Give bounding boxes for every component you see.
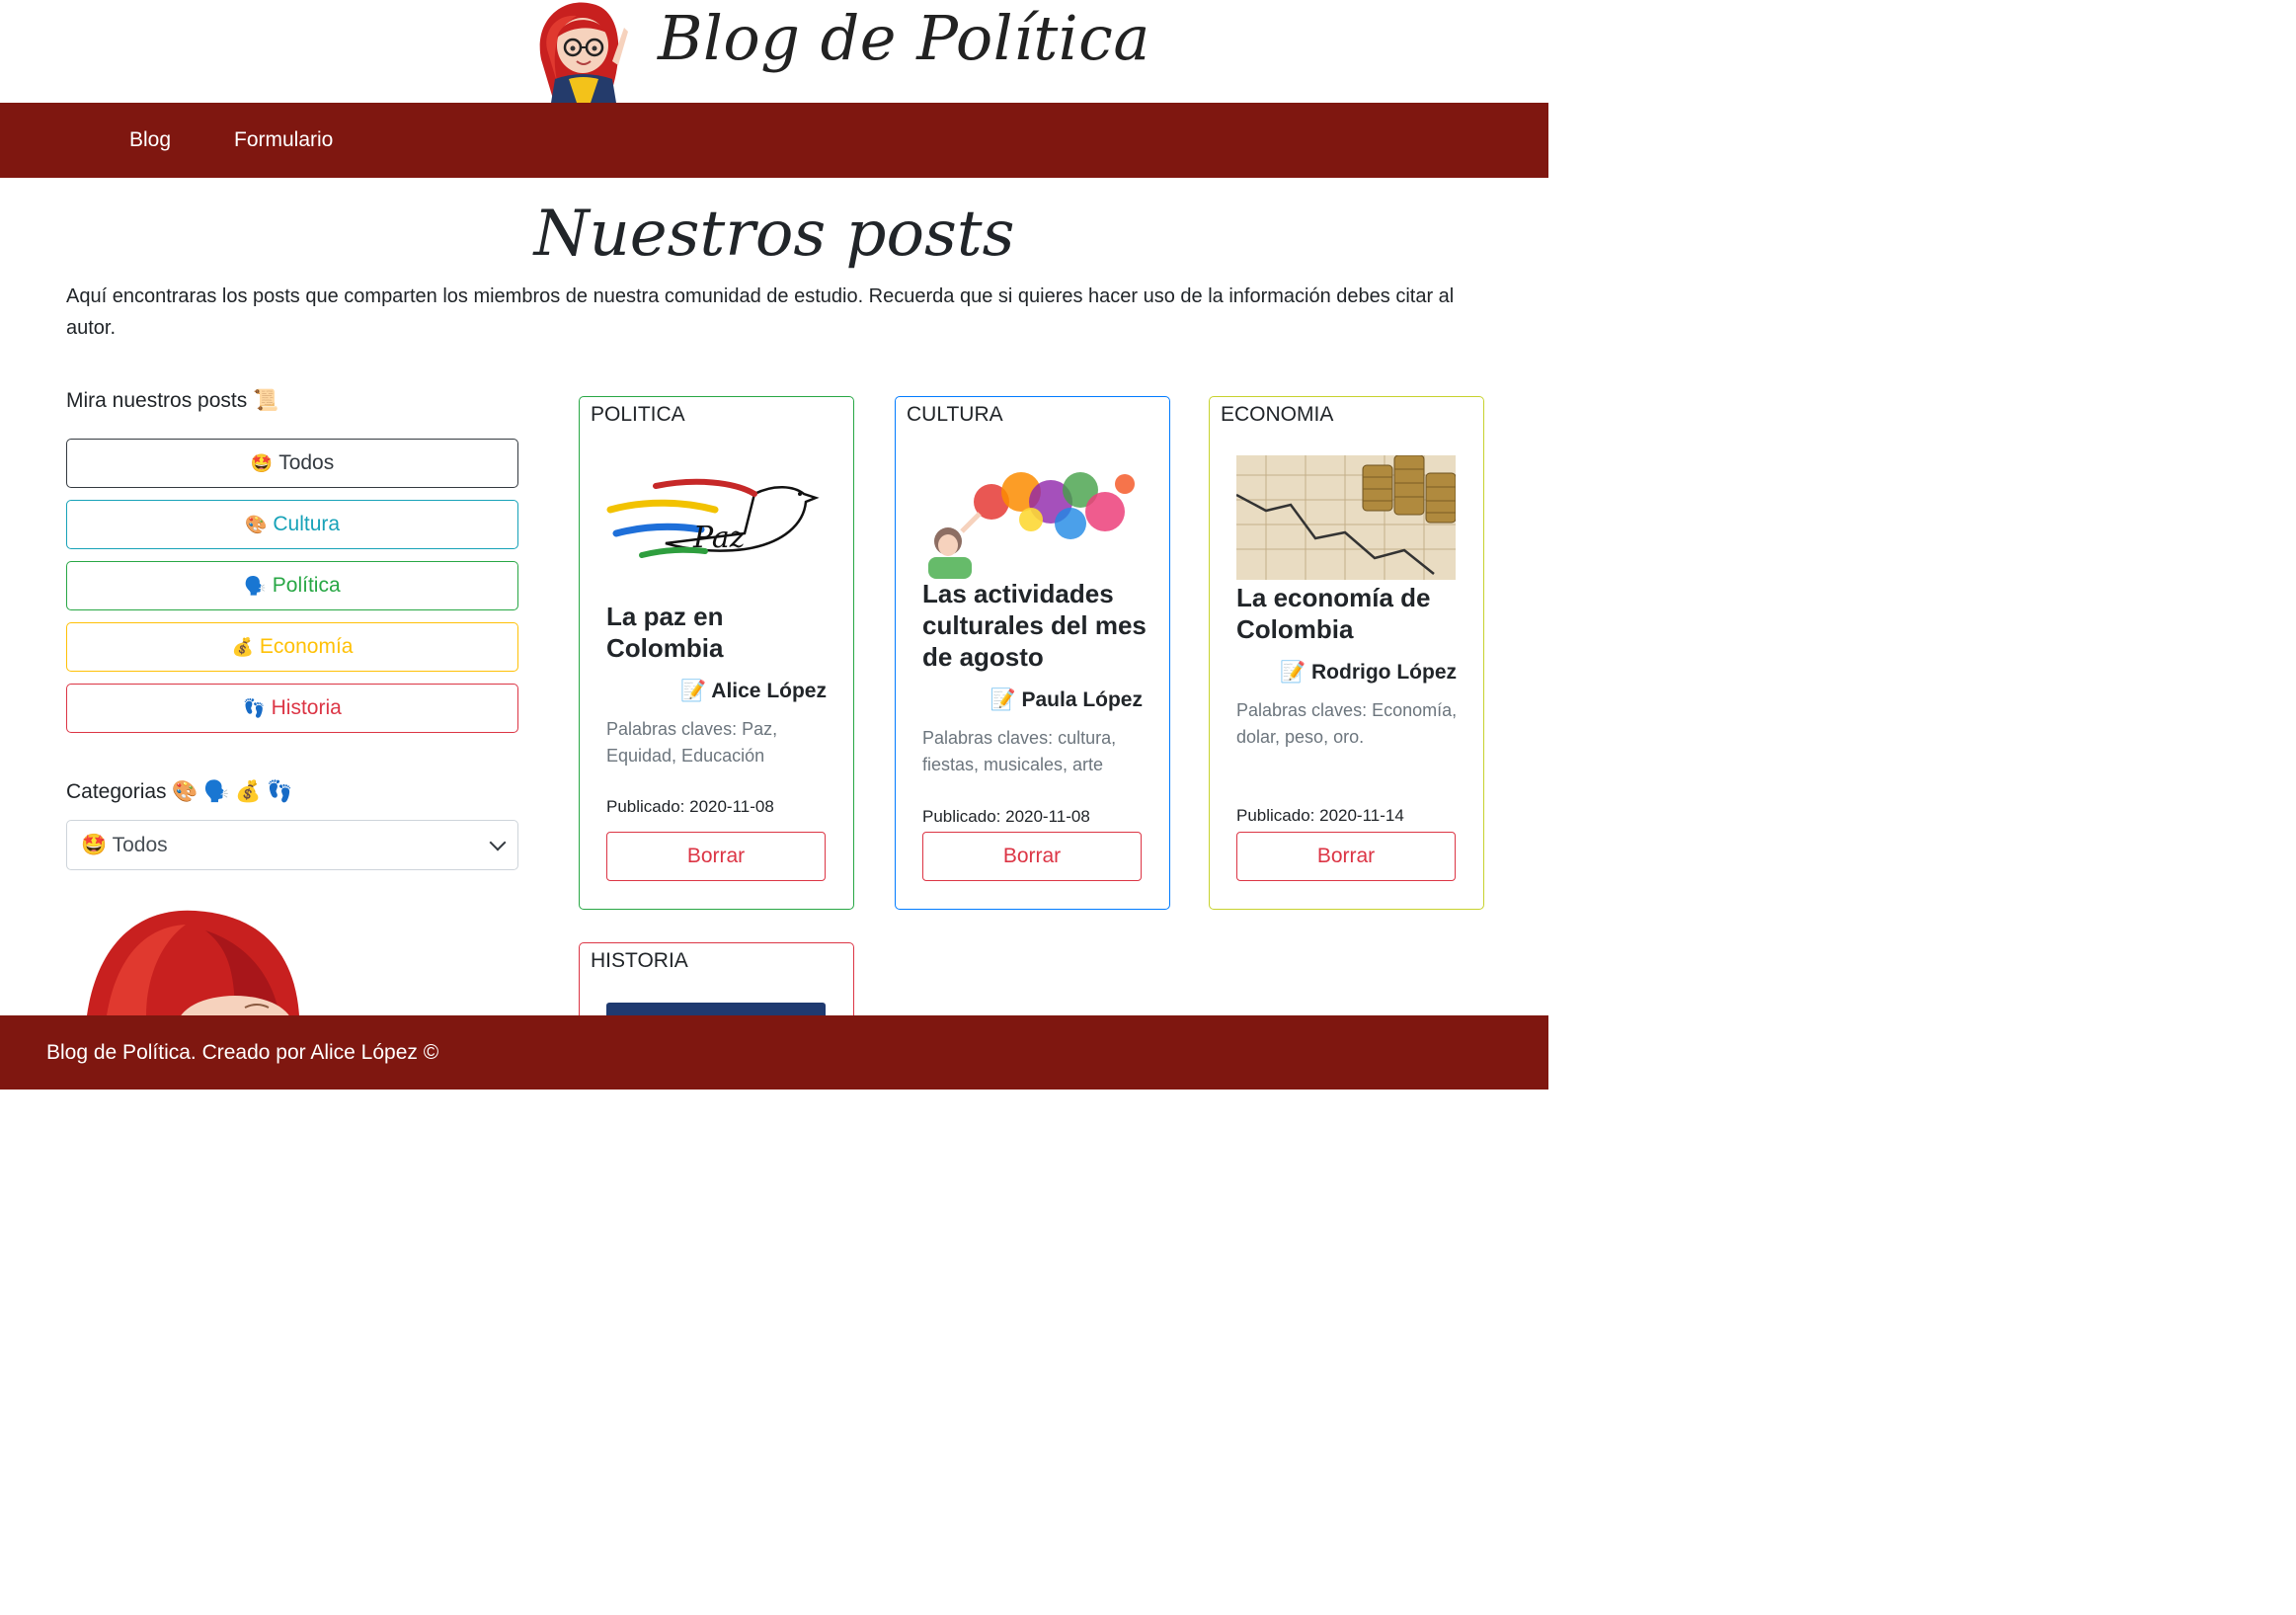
categories-label: Categorias 🎨 🗣️ 💰 👣 [66,780,293,803]
post-date: Publicado: 2020-11-08 [922,807,1090,826]
site-header: Blog de Política [0,0,1548,103]
post-card-cultura: CULTURA Las actividades culturales del m… [895,396,1170,910]
navbar: Blog Formulario [0,103,1548,178]
post-image-cultura [928,472,1135,579]
post-category: ECONOMIA [1221,403,1334,426]
filter-button-label: Política [272,574,341,597]
post-title: Las actividades culturales del mes de ag… [922,579,1147,672]
speaking-head-icon: 🗣️ [244,575,267,596]
site-title: Blog de Política [658,2,1150,74]
footer-text: Blog de Política. Creado por Alice López… [46,1041,439,1064]
filter-button-historia[interactable]: 👣 Historia [66,684,518,733]
post-card-politica: POLITICA Paz La paz en Colombia 📝 Alice … [579,396,854,910]
post-keywords: Palabras claves: cultura, fiestas, music… [922,728,1117,774]
avatar-logo [539,2,628,103]
filter-button-label: Historia [271,696,342,719]
post-card-economia: ECONOMIA La economía de Colombia 📝 Rodri… [1209,396,1484,910]
chevron-down-icon [489,834,507,850]
filter-button-cultura[interactable]: 🎨 Cultura [66,500,518,549]
filter-button-todos[interactable]: 🤩 Todos [66,439,518,488]
category-select[interactable]: 🤩 Todos [66,820,518,870]
post-author: 📝 Rodrigo López [1280,661,1457,684]
post-date: Publicado: 2020-11-08 [606,797,774,816]
page-title: Nuestros posts [533,198,1015,271]
post-author: 📝 Alice López [680,680,827,702]
category-select-value: 🤩 Todos [81,833,168,856]
delete-button[interactable]: Borrar [922,832,1142,881]
palette-icon: 🎨 [244,514,268,534]
filter-button-label: Cultura [273,513,341,535]
site-footer: Blog de Política. Creado por Alice López… [0,1015,1548,1090]
post-category: HISTORIA [591,949,688,972]
post-title: La paz en Colombia [606,602,724,663]
post-title: La economía de Colombia [1236,583,1431,644]
money-bag-icon: 💰 [231,636,254,657]
post-image-paz: Paz [606,478,820,558]
post-author: 📝 Paula López [990,688,1143,711]
avatar-illustration [87,910,299,1015]
post-category: CULTURA [907,403,1003,426]
post-keywords: Palabras claves: Economía, dolar, peso, … [1236,700,1458,747]
star-struck-icon: 🤩 [250,452,274,473]
post-category: POLITICA [591,403,685,426]
post-date: Publicado: 2020-11-14 [1236,806,1404,825]
filter-button-economia[interactable]: 💰 Economía [66,622,518,672]
intro-text: Aquí encontraras los posts que comparten… [66,285,1455,339]
delete-button[interactable]: Borrar [606,832,826,881]
post-image-caption: Paz [692,521,746,555]
post-image-economia [1236,455,1456,580]
delete-button[interactable]: Borrar [1236,832,1456,881]
nav-link-blog[interactable]: Blog [129,128,171,152]
nav-link-formulario[interactable]: Formulario [234,128,333,152]
filter-button-politica[interactable]: 🗣️ Política [66,561,518,610]
filter-button-label: Economía [259,635,354,658]
post-keywords: Palabras claves: Paz, Equidad, Educación [606,719,778,766]
footprints-icon: 👣 [243,697,266,718]
filter-title: Mira nuestros posts 📜 [66,389,279,412]
filter-button-label: Todos [278,451,335,474]
